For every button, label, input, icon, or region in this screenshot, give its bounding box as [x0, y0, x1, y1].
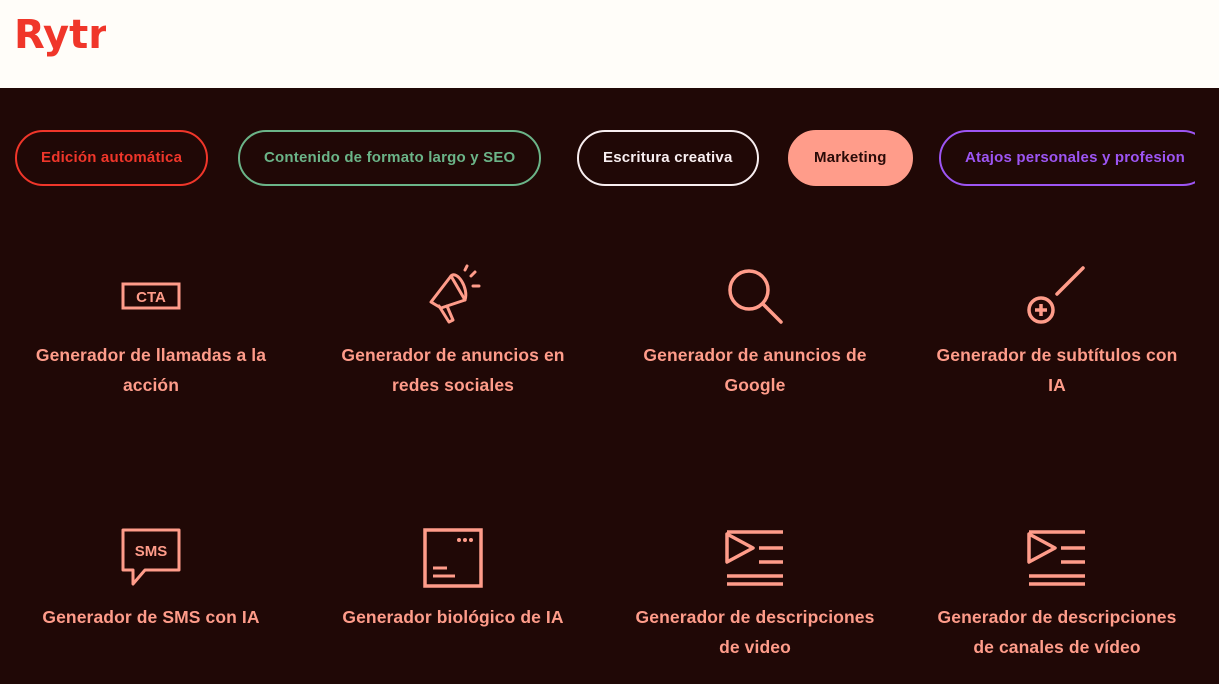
tool-card-cta[interactable]: CTA Generador de llamadas a la acción — [0, 264, 302, 400]
search-icon — [728, 269, 783, 324]
tool-card-google-ads[interactable]: Generador de anuncios de Google — [604, 264, 906, 400]
bio-window-icon — [423, 528, 483, 588]
tab-marketing[interactable]: Marketing — [788, 130, 913, 186]
logo-text: Rytr — [14, 12, 106, 58]
rytr-logo-icon: Rytr — [14, 12, 108, 58]
tool-card-bio[interactable]: Generador biológico de IA — [302, 526, 604, 632]
tool-card-channel-desc[interactable]: Generador de descripciones de canales de… — [906, 526, 1208, 662]
video-list-icon — [1027, 530, 1085, 586]
cta-icon: CTA — [121, 282, 181, 310]
tool-card-sms[interactable]: SMS Generador de SMS con IA — [0, 526, 302, 632]
tool-card-video-desc[interactable]: Generador de descripciones de video — [604, 526, 906, 662]
sms-bubble-icon: SMS — [121, 528, 181, 586]
tool-card-social-ads[interactable]: Generador de anuncios en redes sociales — [302, 264, 604, 400]
tool-label: Generador de descripciones de video — [635, 607, 875, 657]
tab-atajos-personales[interactable]: Atajos personales y profesion — [939, 130, 1195, 186]
tool-label: Generador de SMS con IA — [42, 607, 260, 627]
video-list-icon — [725, 530, 783, 586]
top-bar: Rytr — [0, 0, 1219, 88]
cta-icon-text: CTA — [136, 289, 166, 306]
rytr-logo[interactable]: Rytr — [14, 12, 108, 69]
tool-label: Generador de anuncios de Google — [643, 345, 867, 395]
tool-label: Generador biológico de IA — [342, 607, 564, 627]
tool-label: Generador de llamadas a la acción — [35, 345, 267, 395]
magic-wand-plus-icon — [1027, 266, 1085, 324]
tool-card-subtitles[interactable]: Generador de subtítulos con IA — [906, 264, 1208, 400]
sms-icon-text: SMS — [135, 543, 168, 560]
tab-escritura-creativa[interactable]: Escritura creativa — [577, 130, 759, 186]
tool-label: Generador de descripciones de canales de… — [937, 607, 1177, 657]
megaphone-icon — [429, 264, 481, 324]
tool-label: Generador de anuncios en redes sociales — [341, 345, 565, 395]
tab-contenido-largo-seo[interactable]: Contenido de formato largo y SEO — [238, 130, 542, 186]
tab-edicion-automatica[interactable]: Edición automática — [15, 130, 209, 186]
tool-label: Generador de subtítulos con IA — [936, 345, 1178, 395]
category-tabs: Edición automática Contenido de formato … — [15, 130, 1195, 186]
